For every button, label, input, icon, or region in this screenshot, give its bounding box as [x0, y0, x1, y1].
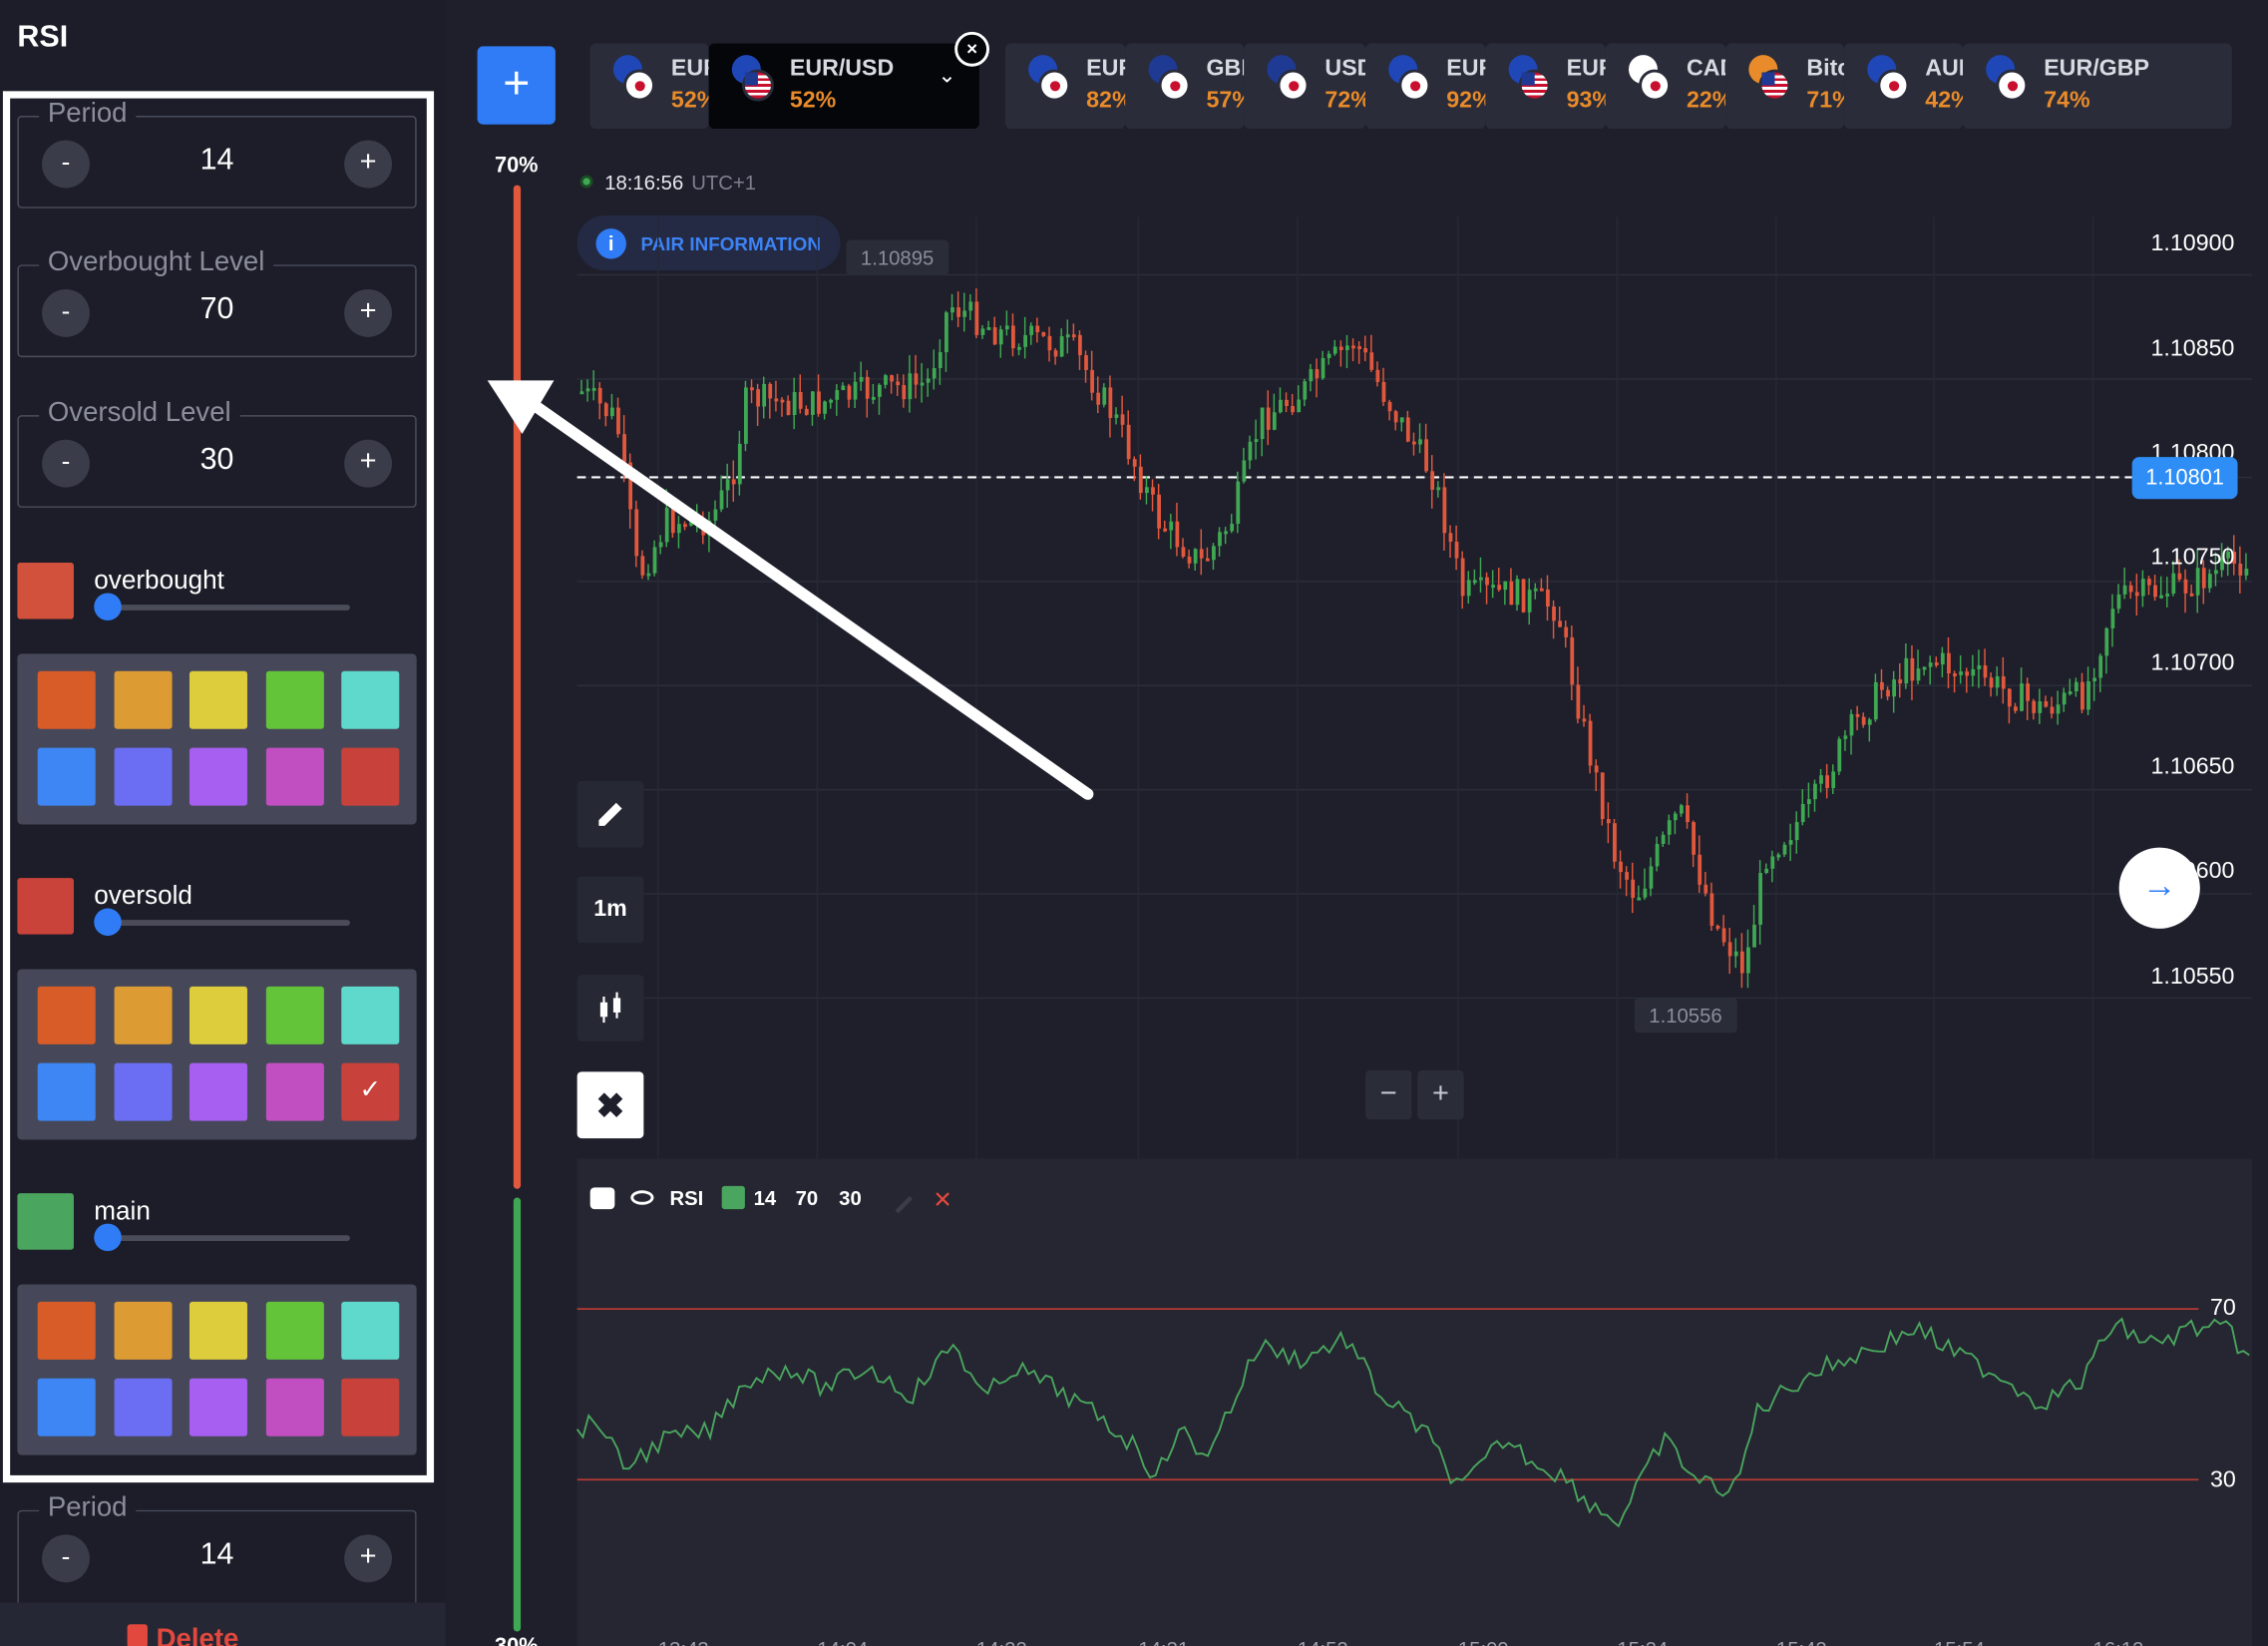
x-axis-tick: 15:24: [1617, 1637, 1668, 1646]
x-axis-tick: 14:52: [1298, 1637, 1348, 1646]
eye-icon[interactable]: [630, 1190, 654, 1205]
x-axis-tick: 16:12: [2093, 1637, 2144, 1646]
asset-tab-name: EUR/USD: [789, 56, 895, 82]
rsi-oversold: 30: [839, 1185, 862, 1210]
x-axis-tick: 14:04: [817, 1637, 868, 1646]
remove-indicator-button[interactable]: ✕: [933, 1186, 951, 1215]
x-axis-tick: 14:22: [976, 1637, 1027, 1646]
rsi-chart: [575, 1308, 2250, 1528]
rsi-line: [575, 1317, 2250, 1528]
asset-tab-payout: 52%: [789, 88, 837, 114]
rsi-period: 14: [753, 1185, 777, 1210]
rsi-overbought: 70: [795, 1185, 819, 1210]
x-axis-tick: 13:43: [658, 1637, 709, 1646]
app-root: RSI Period - 14 + Overbought Level - 70 …: [0, 0, 2268, 1646]
rsi-level-30-label: 30: [2209, 1467, 2236, 1493]
rsi-color-swatch: [721, 1185, 745, 1210]
asset-tab[interactable]: EUR/USD 52% ⌄: [708, 43, 979, 130]
x-axis-tick: 15:54: [1934, 1637, 1985, 1646]
x-axis-tick: 15:42: [1776, 1637, 1827, 1646]
rsi-level-70-label: 70: [2209, 1296, 2236, 1321]
rsi-name: RSI: [669, 1185, 704, 1210]
chevron-down-icon[interactable]: ⌄: [938, 62, 955, 89]
currency-flag-icon: [741, 69, 774, 102]
heart-icon[interactable]: [589, 1187, 615, 1210]
x-axis-tick: 14:31: [1138, 1637, 1189, 1646]
x-axis-tick: 15:09: [1458, 1637, 1509, 1646]
close-tab-button[interactable]: ×: [954, 31, 989, 67]
